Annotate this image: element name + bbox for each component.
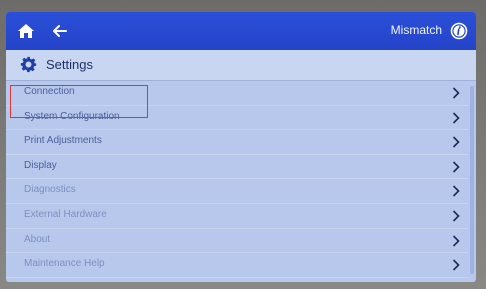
chevron-right-icon	[452, 160, 460, 173]
chevron-right-icon	[452, 209, 460, 222]
menu-item-label: Maintenance Help	[24, 258, 105, 270]
settings-header: Settings	[6, 50, 476, 81]
menu-item-external-hardware[interactable]: External Hardware	[6, 204, 468, 229]
gear-icon	[20, 56, 37, 73]
back-arrow-icon[interactable]	[50, 21, 70, 41]
page-title: Settings	[46, 57, 93, 72]
menu-item-about[interactable]: About	[6, 229, 468, 254]
menu-item-print-adjustments[interactable]: Print Adjustments	[6, 130, 468, 155]
chevron-right-icon	[452, 135, 460, 148]
top-bar: Mismatch	[6, 12, 476, 50]
menu-item-display[interactable]: Display	[6, 155, 468, 180]
menu-item-label: External Hardware	[24, 208, 107, 220]
menu-item-diagnostics[interactable]: Diagnostics	[6, 179, 468, 204]
chevron-right-icon	[452, 111, 460, 124]
status-text: Mismatch	[390, 23, 442, 37]
highlight-box	[10, 85, 148, 118]
touch-screen: Mismatch Settings Connection System Conf…	[6, 12, 476, 282]
home-icon[interactable]	[16, 21, 36, 41]
info-icon[interactable]	[450, 22, 468, 40]
menu-item-label: Display	[24, 159, 57, 171]
menu-item-label: About	[24, 233, 51, 245]
menu-item-maintenance-help[interactable]: Maintenance Help	[6, 253, 468, 278]
chevron-right-icon	[452, 258, 460, 271]
chevron-right-icon	[452, 234, 460, 247]
scrollbar[interactable]	[470, 86, 474, 274]
menu-item-label: Diagnostics	[24, 184, 76, 196]
menu-item-label: Print Adjustments	[24, 135, 102, 147]
chevron-right-icon	[452, 184, 460, 197]
chevron-right-icon	[452, 86, 460, 99]
